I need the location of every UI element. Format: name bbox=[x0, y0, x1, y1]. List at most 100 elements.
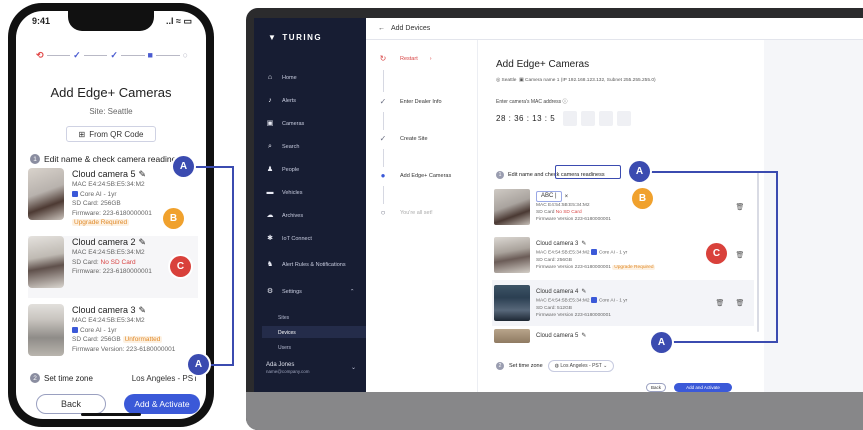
location-row: ◎ Seattle ▣ Camera name 1 (IP 192.168.12… bbox=[496, 78, 656, 83]
mac-value[interactable]: 28 : 36 : 13 : 5 bbox=[496, 114, 555, 123]
camera-name[interactable]: Cloud camera 2 bbox=[72, 236, 136, 248]
camera-name[interactable]: Cloud camera 4 bbox=[536, 287, 578, 297]
camera-plan: Core AI - 1 yr bbox=[598, 298, 628, 304]
mac-segment[interactable] bbox=[617, 111, 632, 126]
check-step-icon: ✓ bbox=[73, 50, 81, 60]
mac-segment[interactable] bbox=[563, 111, 578, 126]
restart-step-icon[interactable]: ⟲ bbox=[36, 51, 44, 60]
user-menu[interactable]: Ada Jones name@company.com ⌄ bbox=[266, 362, 356, 374]
camera-firmware: Firmware Version 223-6180000001 bbox=[536, 312, 611, 318]
edit-icon[interactable]: ✎ bbox=[139, 236, 147, 248]
sidebar-subitem-users[interactable]: Users bbox=[278, 345, 291, 351]
camera-name[interactable]: Cloud camera 3 bbox=[72, 304, 136, 316]
trash-icon[interactable]: 🗑 bbox=[734, 299, 746, 307]
step-create-site: ✓ Create Site bbox=[379, 134, 428, 143]
clear-icon[interactable]: × bbox=[565, 192, 569, 202]
timezone-label: Set time zone bbox=[44, 373, 93, 383]
camera-sd: SD Card: bbox=[72, 258, 99, 266]
mac-segment[interactable] bbox=[581, 111, 596, 126]
info-icon[interactable]: ⓘ bbox=[563, 99, 568, 105]
sidebar-item-iot-connect[interactable]: ✱ IoT Connect bbox=[266, 235, 312, 243]
camera-sd: SD Card: 256GB bbox=[536, 257, 572, 263]
cloud-icon: ☁ bbox=[266, 212, 274, 219]
camera-plan: Core AI - 1yr bbox=[80, 190, 117, 198]
sd-warning: No SD Card bbox=[555, 210, 582, 215]
trash-icon[interactable]: 🗑 bbox=[734, 251, 746, 259]
camera-row[interactable]: Cloud camera 3 ✎ MAC E4:24:5B:E5:34:M2 Co… bbox=[28, 304, 198, 366]
plan-icon bbox=[72, 326, 78, 333]
annotation-b-badge: B bbox=[632, 188, 653, 209]
plan-icon bbox=[590, 297, 597, 304]
camera-firmware: Firmware Version 223-6180000001 bbox=[536, 217, 611, 222]
scrollbar[interactable] bbox=[757, 172, 759, 332]
camera-thumbnail bbox=[494, 237, 530, 273]
step-dealer-info: ✓ Enter Dealer Info bbox=[379, 97, 442, 106]
sidebar: ▼ TURING ⌂ Home ♪ Alerts ▣ Cameras ⌕ Search … bbox=[254, 18, 366, 392]
camera-name[interactable]: Cloud camera 3 bbox=[536, 239, 578, 249]
camera-mac: MAC E4:24:5B:E5:34:M2 bbox=[72, 317, 145, 324]
back-button[interactable]: Back bbox=[646, 383, 666, 392]
timezone-select[interactable]: Los Angeles - PST bbox=[132, 374, 198, 383]
mac-segment[interactable] bbox=[599, 111, 614, 126]
edit-icon[interactable]: ✎ bbox=[581, 287, 586, 297]
desktop-base bbox=[246, 392, 863, 430]
step-add-cameras: ● Add Edge+ Cameras bbox=[378, 171, 452, 180]
sidebar-item-home[interactable]: ⌂ Home bbox=[266, 74, 297, 82]
sidebar-item-people[interactable]: ♟ People bbox=[266, 166, 299, 174]
breadcrumb: Add Devices bbox=[391, 25, 431, 32]
back-arrow-icon[interactable]: ← bbox=[378, 25, 385, 32]
edit-icon[interactable]: ✎ bbox=[581, 331, 586, 341]
status-icons: ..l ≈ ▭ bbox=[166, 16, 192, 26]
camera-thumbnail bbox=[28, 236, 64, 288]
back-button[interactable]: Back bbox=[36, 394, 106, 414]
add-activate-button[interactable]: Add & Activate bbox=[124, 394, 200, 414]
camera-row[interactable]: Cloud camera 4 ✎ MAC E4:54:5B:E5:34:M2 Co… bbox=[492, 280, 754, 326]
location-pin-icon: ◎ bbox=[496, 78, 501, 83]
camera-name[interactable]: Cloud camera 5 bbox=[536, 331, 578, 341]
mac-input[interactable]: 28 : 36 : 13 : 5 bbox=[496, 111, 632, 126]
gear-icon: ⚙ bbox=[266, 288, 274, 295]
sidebar-item-archives[interactable]: ☁ Archives bbox=[266, 212, 304, 220]
camera-thumbnail bbox=[494, 329, 530, 343]
camera-row[interactable]: Cloud camera 5 ✎ bbox=[492, 326, 754, 346]
camera-thumbnail bbox=[28, 168, 64, 220]
trash-hover-icon[interactable]: 🗑 bbox=[714, 299, 726, 307]
sidebar-item-search[interactable]: ⌕ Search bbox=[266, 143, 299, 151]
trash-icon[interactable]: 🗑 bbox=[734, 203, 746, 211]
sidebar-subitem-devices[interactable]: Devices bbox=[278, 330, 296, 336]
highlight-name-field bbox=[555, 165, 621, 179]
edit-icon[interactable]: ✎ bbox=[139, 168, 147, 180]
edit-icon[interactable]: ✎ bbox=[581, 239, 586, 249]
edit-icon[interactable]: ✎ bbox=[139, 304, 147, 316]
turing-logo-icon: ▼ bbox=[268, 33, 278, 42]
section-number: 2 bbox=[496, 362, 504, 370]
camera-thumbnail bbox=[494, 285, 530, 321]
main-panel: Add Edge+ Cameras ◎ Seattle ▣ Camera nam… bbox=[478, 40, 764, 392]
check-icon: ✓ bbox=[379, 134, 387, 143]
chevron-right-icon: › bbox=[429, 55, 432, 62]
header: ← Add Devices bbox=[366, 18, 863, 40]
sidebar-item-alerts[interactable]: ♪ Alerts bbox=[266, 97, 296, 105]
section-number: 1 bbox=[30, 154, 40, 164]
annotation-a-badge: A bbox=[629, 161, 650, 182]
add-activate-button[interactable]: Add and Activate bbox=[674, 383, 732, 392]
sidebar-subitem-sites[interactable]: Sites bbox=[278, 315, 289, 321]
mobile-stepper: ⟲ ✓ ✓ ■ ○ bbox=[36, 51, 188, 60]
sidebar-item-vehicles[interactable]: ▬ Vehicles bbox=[266, 189, 303, 197]
camera-row[interactable]: ABC | × MAC E4:54:5B:E5:34:M2 SD Card No … bbox=[492, 184, 754, 230]
sidebar-item-settings[interactable]: ⚙ Settings ⌃ bbox=[266, 288, 355, 296]
sidebar-item-cameras[interactable]: ▣ Cameras bbox=[266, 120, 305, 128]
step-restart[interactable]: ↻ Restart › bbox=[378, 54, 432, 63]
sidebar-item-alert-rules[interactable]: ♞ Alert Rules & Notifications bbox=[266, 261, 346, 269]
camera-thumbnail bbox=[28, 304, 64, 356]
user-email: name@company.com bbox=[266, 369, 310, 374]
camera-sd: SD Card: 512GB bbox=[536, 305, 572, 311]
section-number: 1 bbox=[496, 171, 504, 179]
camera-name[interactable]: Cloud camera 5 bbox=[72, 168, 136, 180]
scan-qr-button[interactable]: ⊞ From QR Code bbox=[66, 126, 156, 142]
timezone-select[interactable]: ◍ Los Angeles - PST ⌄ bbox=[547, 360, 615, 372]
right-gutter bbox=[764, 40, 863, 392]
camera-name-input[interactable]: ABC | bbox=[536, 191, 562, 202]
camera-plan: Core AI - 1yr bbox=[80, 326, 117, 334]
camera-icon: ▣ bbox=[519, 78, 524, 83]
